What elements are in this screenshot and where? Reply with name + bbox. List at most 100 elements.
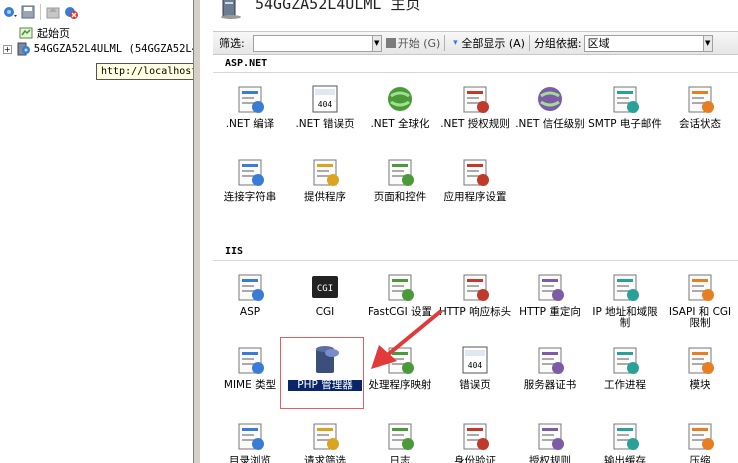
- svg-text:CGI: CGI: [317, 284, 333, 294]
- feature-label: 工作进程: [604, 379, 646, 391]
- start-filter-button[interactable]: 开始 (G): [385, 35, 441, 51]
- feature-item[interactable]: 连接字符串: [213, 155, 287, 203]
- show-all-label: 全部显示 (A): [461, 37, 525, 50]
- feature-item[interactable]: 授权规则: [513, 419, 587, 463]
- feature-item[interactable]: 目录浏览: [213, 419, 287, 463]
- groupby-dropdown-icon[interactable]: ▼: [703, 34, 713, 52]
- feature-item[interactable]: 日志: [363, 419, 437, 463]
- tooltip: http://localhost/: [96, 63, 209, 80]
- feature-item[interactable]: CGI CGI: [288, 270, 362, 318]
- start-button-label: 开始 (G): [397, 37, 441, 50]
- feature-item[interactable]: 应用程序设置: [438, 155, 512, 203]
- globe-check-icon: [533, 82, 567, 116]
- annotation-arrow: [371, 309, 443, 369]
- groupby-select[interactable]: 区域: [583, 34, 704, 52]
- feature-label: 处理程序映射: [368, 379, 432, 391]
- feature-item[interactable]: .NET 全球化: [363, 82, 437, 130]
- disconnect-icon[interactable]: [63, 4, 79, 20]
- feature-item[interactable]: HTTP 重定向: [513, 270, 587, 318]
- feature-item[interactable]: MIME 类型: [213, 343, 287, 391]
- feature-item[interactable]: 输出缓存: [588, 419, 662, 463]
- feature-item[interactable]: 404 .NET 错误页: [288, 82, 362, 130]
- feature-item[interactable]: 模块: [663, 343, 737, 391]
- feature-label: .NET 授权规则: [440, 118, 510, 130]
- feature-label: ASP: [239, 306, 261, 318]
- save-icon[interactable]: [20, 4, 36, 20]
- tree-item-start-page[interactable]: 起始页: [0, 25, 193, 41]
- ip-restrict-icon: [608, 270, 642, 304]
- feature-item[interactable]: .NET 授权规则: [438, 82, 512, 130]
- feature-item[interactable]: 工作进程: [588, 343, 662, 391]
- auth-icon: [458, 419, 492, 453]
- feature-item[interactable]: ASP: [213, 270, 287, 318]
- filter-input[interactable]: [252, 34, 373, 52]
- feature-item[interactable]: IP 地址和域限制: [588, 270, 662, 329]
- up-icon[interactable]: [45, 4, 61, 20]
- feature-label: HTTP 重定向: [519, 306, 581, 318]
- globe-icon: [383, 82, 417, 116]
- authz-rules-icon: [533, 419, 567, 453]
- feature-label: 页面和控件: [373, 191, 427, 203]
- db-users-icon: [308, 155, 342, 189]
- redirect-icon: [533, 270, 567, 304]
- feature-label: .NET 错误页: [295, 118, 355, 130]
- section-header-iis: IIS: [225, 246, 244, 257]
- connections-tree: 起始页 + 54GGZA52L4ULML (54GGZA52L4: [0, 25, 198, 57]
- groupby-label: 分组依据:: [533, 37, 582, 50]
- feature-item[interactable]: 请求筛选: [288, 419, 362, 463]
- filter-dropdown-icon[interactable]: ▼: [372, 34, 382, 52]
- start-icon: [385, 38, 396, 48]
- mime-icon: [233, 343, 267, 377]
- asp-gear-icon: [233, 270, 267, 304]
- feature-label: MIME 类型: [223, 379, 277, 391]
- http-header-icon: [458, 270, 492, 304]
- toolbar-separator: [40, 4, 41, 20]
- lock-doc-icon: [458, 82, 492, 116]
- cgi-icon: CGI: [308, 270, 342, 304]
- tree-item-server[interactable]: + 54GGZA52L4ULML (54GGZA52L4: [0, 41, 198, 57]
- section-header-aspnet: ASP.NET: [225, 58, 268, 69]
- start-page-icon: [18, 25, 34, 41]
- feature-label: .NET 全球化: [370, 118, 430, 130]
- svg-text:404: 404: [318, 100, 333, 109]
- output-cache-icon: [608, 419, 642, 453]
- isapi-cgi-icon: [683, 270, 717, 304]
- connect-icon[interactable]: [2, 4, 18, 20]
- server-icon: [219, 0, 243, 23]
- certificate-icon: [533, 343, 567, 377]
- filter-bar: 筛选: ▼ 开始 (G) ▾ 全部显示 (A) 分组依据: 区域 ▼: [213, 31, 738, 55]
- section-divider: [213, 260, 738, 261]
- log-icon: [383, 419, 417, 453]
- feature-label: 会话状态: [679, 118, 721, 130]
- email-icon: [608, 82, 642, 116]
- feature-item[interactable]: 服务器证书: [513, 343, 587, 391]
- page-header: 54GGZA52L4ULML 主页: [213, 0, 738, 26]
- feature-item[interactable]: .NET 编译: [213, 82, 287, 130]
- feature-label: 授权规则: [529, 455, 571, 463]
- feature-label: 压缩: [689, 455, 711, 463]
- pane-splitter[interactable]: [193, 0, 201, 463]
- svg-text:404: 404: [468, 361, 483, 370]
- page-controls-icon: [383, 155, 417, 189]
- feature-item[interactable]: ISAPI 和 CGI 限制: [663, 270, 737, 329]
- settings-list-icon: [458, 155, 492, 189]
- fastcgi-doc-icon: [383, 270, 417, 304]
- expand-icon[interactable]: +: [3, 44, 12, 54]
- error-page-icon: 404: [458, 343, 492, 377]
- feature-item[interactable]: .NET 信任级别: [513, 82, 587, 130]
- dir-browse-icon: [233, 419, 267, 453]
- feature-item[interactable]: 会话状态: [663, 82, 737, 130]
- feature-item[interactable]: 身份验证: [438, 419, 512, 463]
- feature-label: .NET 编译: [225, 118, 275, 130]
- show-all-button[interactable]: ▾ 全部显示 (A): [449, 35, 525, 51]
- feature-label: CGI: [315, 306, 335, 318]
- feature-item[interactable]: 页面和控件: [363, 155, 437, 203]
- feature-item[interactable]: 压缩: [663, 419, 737, 463]
- feature-label: 应用程序设置: [443, 191, 507, 203]
- toolbar-separator: [444, 35, 446, 51]
- feature-item[interactable]: SMTP 电子邮件: [588, 82, 662, 130]
- filter-label: 筛选:: [219, 37, 245, 50]
- features-view: ASP.NET IIS .NET 编译 404 .NET 错误页 .NET 全球化 .N…: [213, 55, 738, 463]
- feature-label: 错误页: [459, 379, 491, 391]
- feature-item[interactable]: 提供程序: [288, 155, 362, 203]
